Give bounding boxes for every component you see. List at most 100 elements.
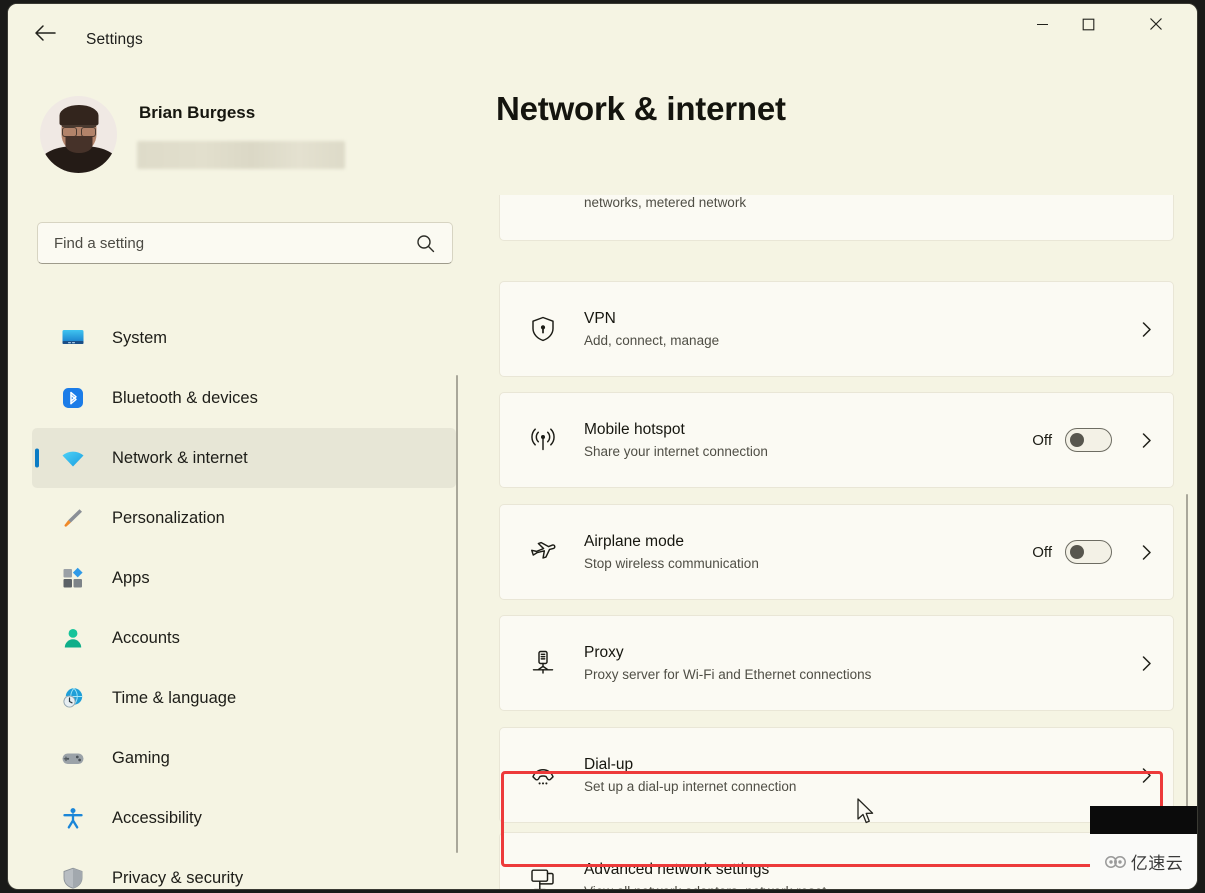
sidebar-item-label: Privacy & security (112, 869, 243, 888)
cloud-logo-icon (1104, 854, 1127, 870)
card-proxy[interactable]: Proxy Proxy server for Wi-Fi and Etherne… (499, 615, 1174, 711)
system-monitor-icon (58, 323, 88, 353)
sidebar-item-label: Personalization (112, 509, 225, 528)
avatar (40, 96, 117, 173)
watermark-topbar (1090, 806, 1197, 834)
card-title: Airplane mode (584, 532, 1032, 552)
user-email-redacted (137, 141, 345, 169)
toggle-state-label: Off (1032, 432, 1052, 449)
person-icon (58, 623, 88, 653)
card-title: Mobile hotspot (584, 420, 1032, 440)
chevron-right-icon[interactable] (1138, 767, 1155, 784)
shield-lock-icon (524, 310, 562, 348)
sidebar-item-label: Accessibility (112, 809, 202, 828)
back-button[interactable] (26, 16, 64, 50)
chevron-right-icon (1138, 767, 1155, 784)
card-subtitle: Set up a dial-up internet connection (584, 778, 1138, 796)
accessibility-person-icon (58, 803, 88, 833)
card-subtitle: Proxy server for Wi-Fi and Ethernet conn… (584, 666, 1138, 684)
sidebar-nav: System Bluetooth & devices Network & int… (8, 308, 480, 889)
card-subtitle: Stop wireless communication (584, 555, 1032, 573)
sidebar-item-personalization[interactable]: Personalization (32, 488, 456, 548)
paintbrush-icon (58, 503, 88, 533)
card-airplane-mode[interactable]: Airplane mode Stop wireless communicatio… (499, 504, 1174, 600)
back-arrow-icon (34, 24, 56, 42)
sidebar-item-accounts[interactable]: Accounts (32, 608, 456, 668)
card-title: Advanced network settings (584, 860, 1138, 880)
chevron-right-icon[interactable] (1138, 321, 1155, 338)
sidebar-scrollbar[interactable] (456, 375, 459, 853)
toggle-state-label: Off (1032, 544, 1052, 561)
chevron-right-icon[interactable] (1138, 432, 1155, 449)
sidebar-item-label: Network & internet (112, 449, 248, 468)
chevron-right-icon[interactable] (1138, 655, 1155, 672)
card-advanced-network-settings[interactable]: Advanced network settings View all netwo… (499, 832, 1174, 889)
minimize-button[interactable] (1019, 4, 1066, 44)
shield-icon (58, 863, 88, 889)
maximize-icon (1082, 18, 1095, 31)
search-box[interactable] (37, 222, 453, 264)
card-dial-up[interactable]: Dial-up Set up a dial-up internet connec… (499, 727, 1174, 823)
sidebar-item-label: Time & language (112, 689, 236, 708)
chevron-right-icon[interactable] (1138, 544, 1155, 561)
sidebar-item-apps[interactable]: Apps (32, 548, 456, 608)
sidebar-item-label: Accounts (112, 629, 180, 648)
sidebar-item-gaming[interactable]: Gaming (32, 728, 456, 788)
apps-grid-icon (58, 563, 88, 593)
chevron-right-icon (1138, 321, 1155, 338)
card-subtitle: networks, metered network (584, 194, 1173, 212)
user-profile[interactable]: Brian Burgess (40, 94, 440, 180)
sidebar-item-time-language[interactable]: Time & language (32, 668, 456, 728)
user-name: Brian Burgess (139, 103, 255, 123)
settings-window: Settings Brian Burg (8, 4, 1197, 889)
wifi-icon (58, 443, 88, 473)
partial-card-icon-placeholder (524, 195, 562, 233)
sidebar-item-network-internet[interactable]: Network & internet (32, 428, 456, 488)
selection-indicator (35, 449, 39, 468)
sidebar-item-system[interactable]: System (32, 308, 456, 368)
title-bar: Settings (8, 4, 1197, 62)
dialup-phone-icon (524, 756, 562, 794)
network-monitor-icon (524, 861, 562, 889)
card-mobile-hotspot[interactable]: Mobile hotspot Share your internet conne… (499, 392, 1174, 488)
sidebar-item-label: Apps (112, 569, 150, 588)
settings-card-list: networks, metered network VPN Add, conne… (480, 159, 1197, 889)
watermark-text: 亿速云 (1131, 849, 1184, 874)
sidebar: Brian Burgess System Bluetooth & devices (8, 62, 480, 889)
chevron-right-icon (1138, 544, 1155, 561)
sidebar-item-bluetooth-devices[interactable]: Bluetooth & devices (32, 368, 456, 428)
card-subtitle: View all network adapters, network reset (584, 883, 1138, 890)
chevron-right-icon (1138, 655, 1155, 672)
card-title: Dial-up (584, 755, 1138, 775)
close-button[interactable] (1132, 4, 1179, 44)
search-input[interactable] (38, 235, 416, 252)
card-partial-network[interactable]: networks, metered network (499, 195, 1174, 241)
card-title: VPN (584, 309, 1138, 329)
page-title: Network & internet (496, 90, 786, 128)
gamepad-icon (58, 743, 88, 773)
maximize-button[interactable] (1065, 4, 1112, 44)
close-icon (1149, 17, 1163, 31)
sidebar-item-label: Gaming (112, 749, 170, 768)
proxy-server-icon (524, 644, 562, 682)
chevron-right-icon (1138, 432, 1155, 449)
airplane-icon (524, 533, 562, 571)
toggle-switch[interactable] (1065, 540, 1112, 564)
card-vpn[interactable]: VPN Add, connect, manage (499, 281, 1174, 377)
sidebar-item-label: System (112, 329, 167, 348)
search-icon (416, 234, 452, 253)
sidebar-item-label: Bluetooth & devices (112, 389, 258, 408)
sidebar-item-accessibility[interactable]: Accessibility (32, 788, 456, 848)
broadcast-antenna-icon (524, 421, 562, 459)
clock-globe-icon (58, 683, 88, 713)
minimize-icon (1036, 18, 1049, 31)
main-content: Network & internet networks, metered net… (480, 62, 1197, 889)
card-title: Proxy (584, 643, 1138, 663)
watermark: 亿速云 (1090, 834, 1197, 889)
toggle-switch[interactable] (1065, 428, 1112, 452)
card-subtitle: Add, connect, manage (584, 332, 1138, 350)
sidebar-item-privacy-security[interactable]: Privacy & security (32, 848, 456, 889)
card-subtitle: Share your internet connection (584, 443, 1032, 461)
bluetooth-icon (58, 383, 88, 413)
app-title: Settings (86, 31, 143, 49)
